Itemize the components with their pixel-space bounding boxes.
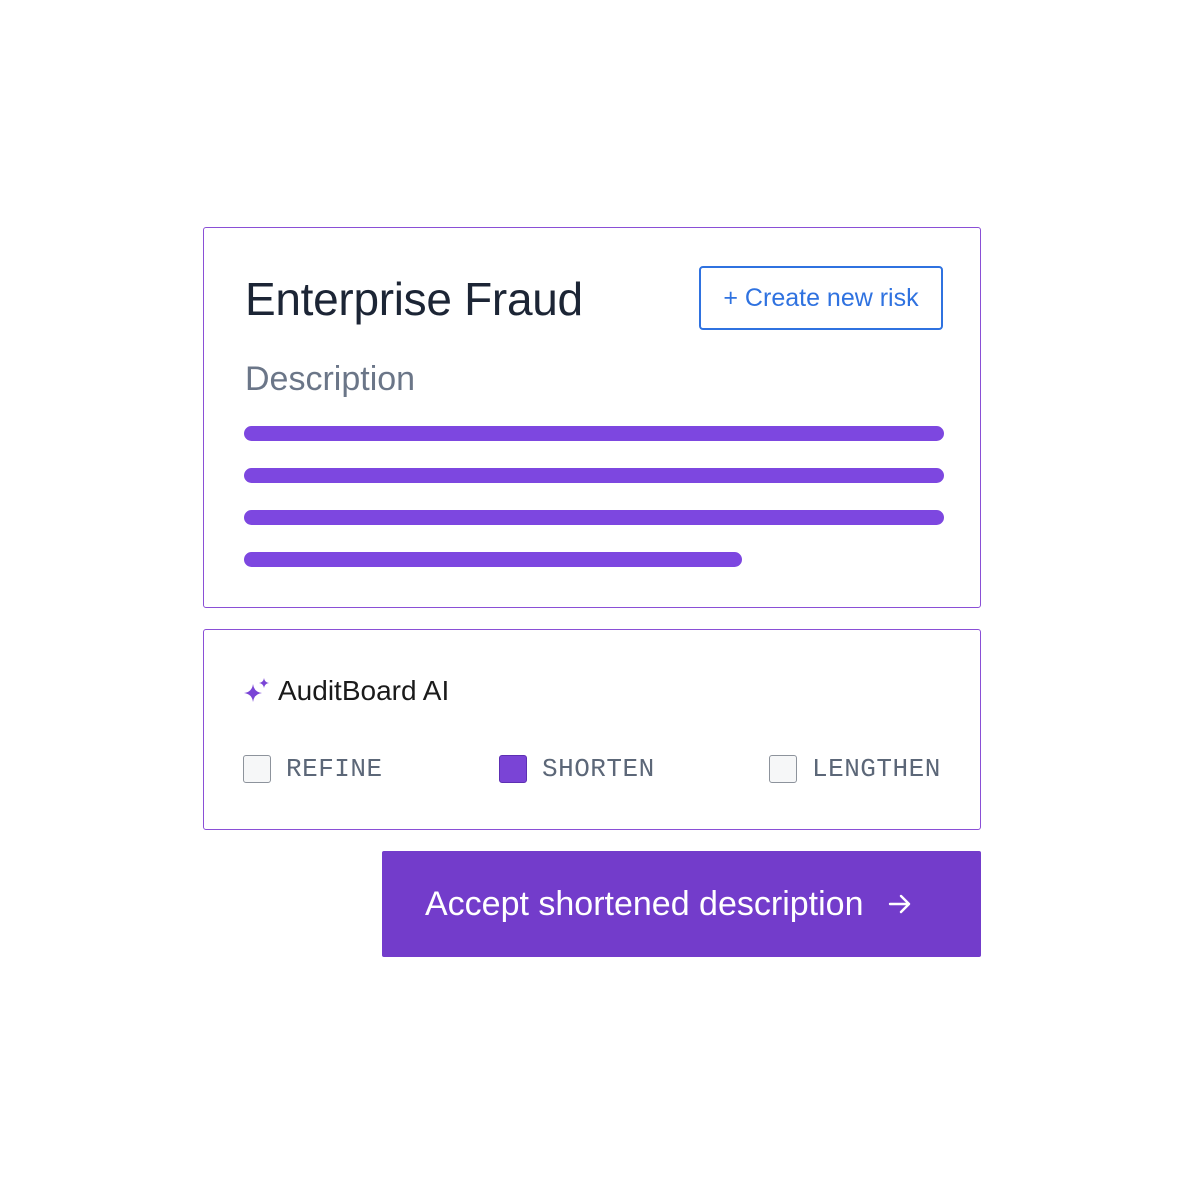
sparkle-icon bbox=[242, 676, 272, 706]
description-placeholder-line bbox=[244, 510, 944, 525]
option-label: LENGTHEN bbox=[812, 754, 941, 784]
description-placeholder-line bbox=[244, 552, 742, 567]
ai-panel: AuditBoard AI REFINE SHORTEN LENGTHEN bbox=[203, 629, 981, 830]
description-placeholder-line bbox=[244, 468, 944, 483]
risk-card: Enterprise Fraud + Create new risk Descr… bbox=[203, 227, 981, 608]
accept-shortened-description-button[interactable]: Accept shortened description bbox=[382, 851, 981, 957]
arrow-right-icon bbox=[887, 891, 913, 917]
option-refine[interactable]: REFINE bbox=[243, 754, 383, 784]
refine-checkbox[interactable] bbox=[243, 755, 271, 783]
shorten-checkbox[interactable] bbox=[499, 755, 527, 783]
option-shorten[interactable]: SHORTEN bbox=[499, 754, 655, 784]
ai-panel-header: AuditBoard AI bbox=[242, 674, 449, 708]
description-placeholder-line bbox=[244, 426, 944, 441]
risk-title: Enterprise Fraud bbox=[245, 273, 583, 325]
create-new-risk-button[interactable]: + Create new risk bbox=[699, 266, 943, 330]
accept-button-label: Accept shortened description bbox=[425, 884, 864, 923]
option-label: SHORTEN bbox=[542, 754, 655, 784]
lengthen-checkbox[interactable] bbox=[769, 755, 797, 783]
description-label: Description bbox=[245, 360, 416, 398]
ai-panel-title: AuditBoard AI bbox=[278, 675, 450, 706]
option-lengthen[interactable]: LENGTHEN bbox=[769, 754, 941, 784]
option-label: REFINE bbox=[286, 754, 383, 784]
